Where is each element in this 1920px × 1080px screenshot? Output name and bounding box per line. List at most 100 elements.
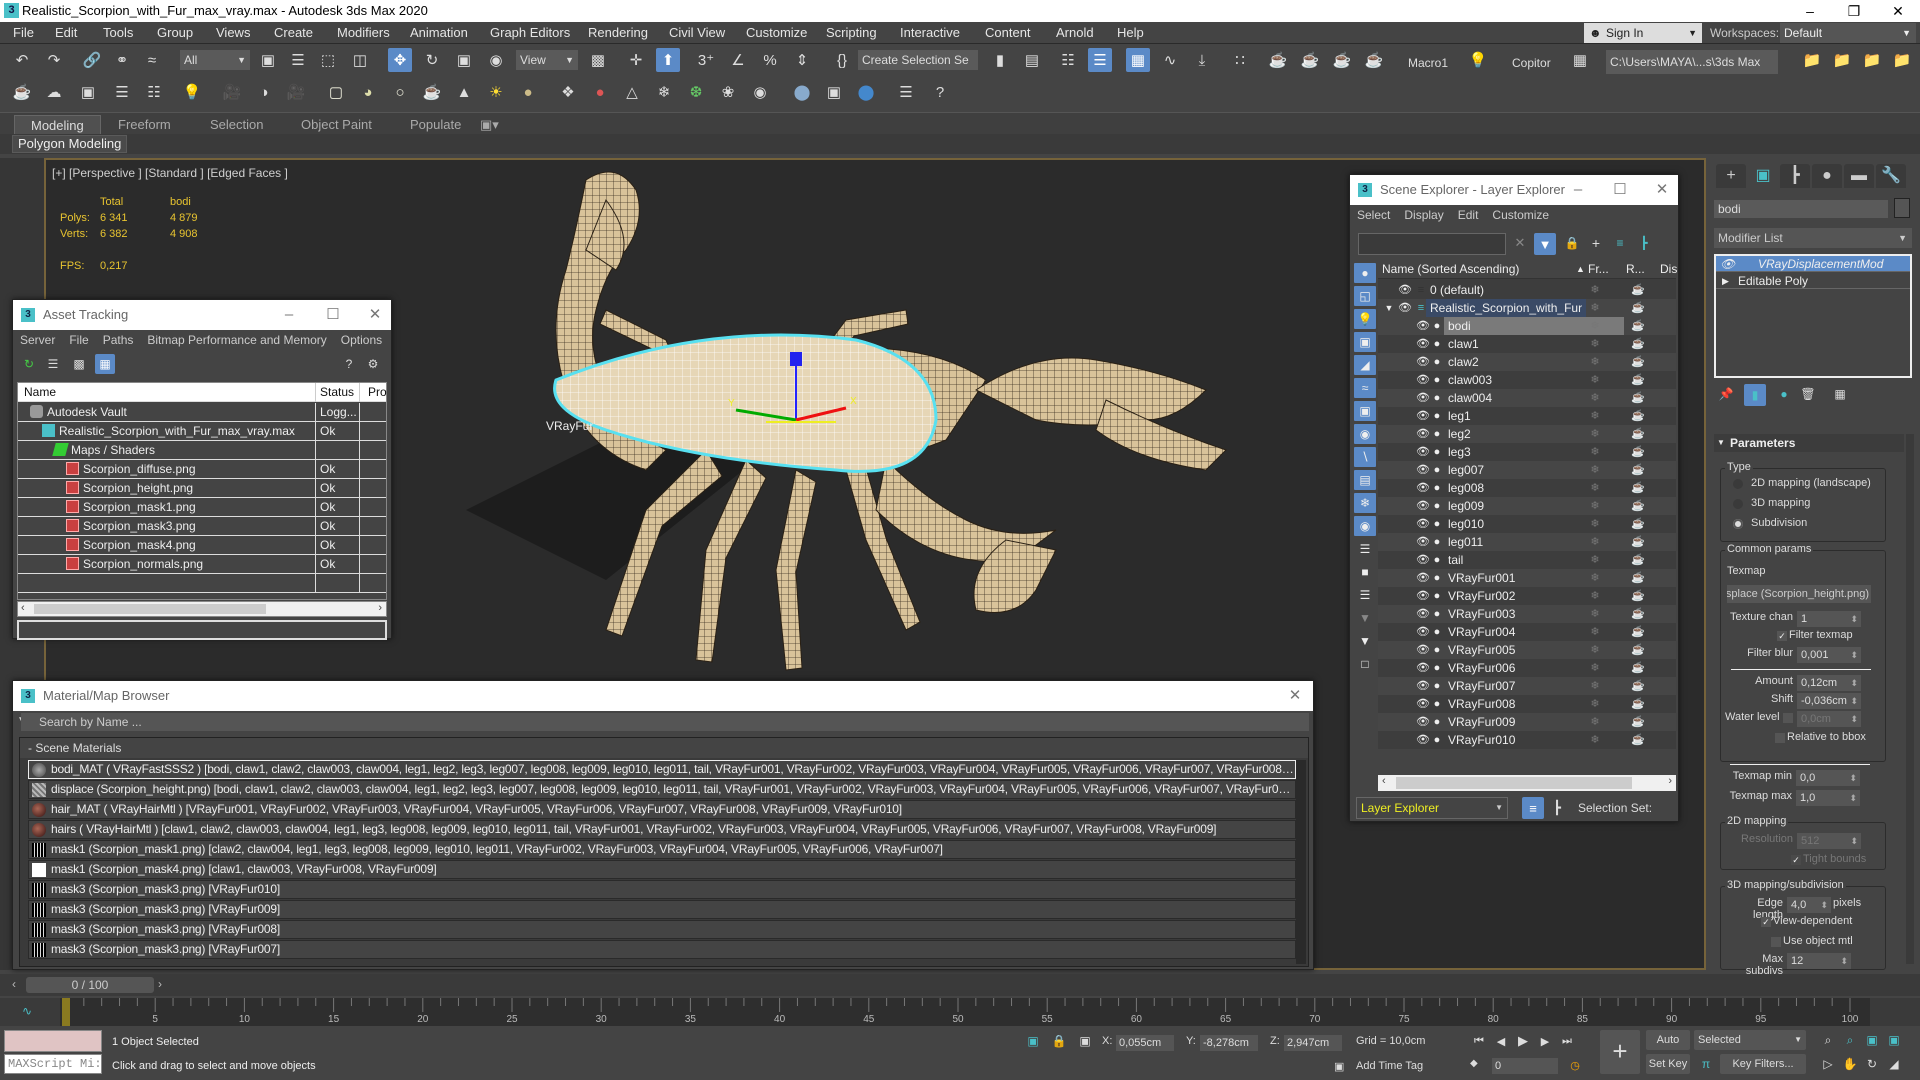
ox-hair-icon[interactable]: ◉ [748, 80, 772, 104]
default-in-out-tangents-icon[interactable]: π [1696, 1054, 1716, 1074]
copitor-button[interactable]: Copitor [1512, 56, 1551, 70]
menu-group[interactable]: Group [157, 25, 193, 40]
object-color-swatch[interactable] [1894, 198, 1910, 218]
set-keys-icon[interactable]: + [1600, 1030, 1640, 1074]
object-row[interactable]: 👁 ● VRayFur007 ❄ ☕ [1378, 677, 1676, 695]
eye-icon[interactable]: 👁 [1416, 389, 1430, 407]
workspace-dropdown[interactable]: Default ▼ [1780, 23, 1916, 43]
vertical-scrollbar[interactable] [1906, 434, 1914, 964]
object-row[interactable]: 👁 ● leg009 ❄ ☕ [1378, 497, 1676, 515]
menu-file[interactable]: File [13, 25, 34, 40]
sliders-icon[interactable]: ☷ [142, 80, 166, 104]
asset-row[interactable]: Scorpion_mask4.png Ok [18, 536, 386, 555]
menu-bitmap-performance[interactable]: Bitmap Performance and Memory [140, 330, 333, 347]
menu-animation[interactable]: Animation [410, 25, 468, 40]
tab-object-paint[interactable]: Object Paint [285, 115, 388, 135]
material-row[interactable]: hairs ( VRayHairMtl ) [claw1, claw2, cla… [28, 820, 1296, 839]
material-row[interactable]: hair_MAT ( VRayHairMtl ) [VRayFur001, VR… [28, 800, 1296, 819]
ies-light-icon[interactable]: ▲ [452, 80, 476, 104]
tight-bounds-checkbox[interactable]: ✓ [1791, 855, 1801, 865]
go-to-end-icon[interactable]: ⏭ [1558, 1032, 1576, 1050]
eye-icon[interactable]: 👁 [1416, 551, 1430, 569]
table-view-icon[interactable]: ▦ [95, 354, 115, 374]
zoom-extents-all-icon[interactable]: ▣ [1884, 1030, 1904, 1050]
hidden-filter-icon[interactable]: ◉ [1354, 516, 1376, 536]
window-crossing-icon[interactable]: ◫ [348, 48, 372, 72]
layer-row-scorpion[interactable]: ▼ 👁 ≡ Realistic_Scorpion_with_Fur ❄ ☕ [1378, 299, 1676, 317]
menu-create[interactable]: Create [274, 25, 313, 40]
expand-arrow-icon[interactable]: ▶ [1722, 273, 1729, 289]
renderable-teapot-icon[interactable]: ☕ [1630, 353, 1646, 371]
material-editor-icon[interactable]: ☕ [1266, 48, 1290, 72]
undo-icon[interactable]: ↶ [10, 48, 34, 72]
renderable-teapot-icon[interactable]: ☕ [1630, 533, 1646, 551]
orbit-icon[interactable]: ↻ [1862, 1054, 1882, 1074]
radio-subdivision[interactable] [1733, 519, 1743, 529]
menu-select[interactable]: Select [1350, 205, 1397, 222]
column-name[interactable]: Name (Sorted Ascending) [1382, 259, 1519, 279]
sphere-light-icon[interactable]: ○ [388, 80, 412, 104]
vray-vfb-icon[interactable]: ▣ [822, 80, 846, 104]
asset-row[interactable]: Realistic_Scorpion_with_Fur_max_vray.max… [18, 422, 386, 441]
object-row[interactable]: 👁 ● claw003 ❄ ☕ [1378, 371, 1676, 389]
object-row[interactable]: 👁 ● VRayFur010 ❄ ☕ [1378, 731, 1676, 749]
find-field[interactable] [1358, 233, 1506, 255]
list-icon[interactable]: ☰ [110, 80, 134, 104]
renderable-teapot-icon[interactable]: ☕ [1630, 299, 1646, 317]
close-icon[interactable]: ✕ [1644, 175, 1680, 205]
scroll-left-icon[interactable]: ‹ [21, 602, 25, 614]
edge-length-spinner[interactable]: 4,0 [1787, 897, 1831, 913]
spinner-snap-icon[interactable]: ⇕ [790, 48, 814, 72]
scene-explorer-titlebar[interactable]: 3 Scene Explorer - Layer Explorer – ☐ ✕ [1350, 175, 1678, 205]
display-tab-icon[interactable]: ▬ [1844, 164, 1874, 188]
maximize-icon[interactable]: ☐ [1602, 175, 1638, 205]
lightbulb-icon[interactable]: 💡 [1466, 48, 1490, 72]
water-level-checkbox[interactable] [1783, 713, 1793, 723]
freeze-icon[interactable]: ❄ [1588, 425, 1602, 443]
renderable-teapot-icon[interactable]: ☕ [1630, 641, 1646, 659]
create-project-icon[interactable]: 📁 [1830, 48, 1854, 72]
time-configuration-icon[interactable]: ◷ [1566, 1056, 1584, 1074]
vray-instancer-icon[interactable]: ● [588, 80, 612, 104]
render-icon[interactable]: ☕ [1362, 48, 1386, 72]
menu-modifiers[interactable]: Modifiers [337, 25, 390, 40]
filter-settings-icon[interactable]: ▼ [1354, 608, 1376, 628]
texmap-max-spinner[interactable]: 1,0 [1796, 790, 1860, 806]
asset-row[interactable]: Scorpion_diffuse.png Ok [18, 460, 386, 479]
radio-2d-mapping[interactable] [1733, 479, 1743, 489]
filter-texmap-checkbox[interactable]: ✓ [1777, 631, 1787, 641]
select-object-icon[interactable]: ▣ [256, 48, 280, 72]
close-icon[interactable]: ✕ [1277, 681, 1313, 711]
freeze-icon[interactable]: ❄ [1588, 461, 1602, 479]
toggle-ribbon-icon[interactable]: ▦ [1126, 48, 1150, 72]
ambient-light-icon[interactable]: ● [516, 80, 540, 104]
sort-by-layer-icon[interactable]: ≡ [1522, 797, 1544, 819]
column-frozen[interactable]: Fr... [1588, 259, 1609, 279]
eye-icon[interactable]: 👁 [1416, 533, 1430, 551]
renderable-teapot-icon[interactable]: ☕ [1630, 443, 1646, 461]
render-setup-icon[interactable]: ☕ [1298, 48, 1322, 72]
selection-lock-icon[interactable]: 🔒 [1050, 1032, 1068, 1050]
ribbon-options-icon[interactable]: ▣▾ [476, 115, 503, 135]
radio-3d-mapping[interactable] [1733, 499, 1743, 509]
material-row[interactable]: displace (Scorpion_height.png) [bodi, cl… [28, 780, 1296, 799]
max-subdivs-spinner[interactable]: 12 [1787, 953, 1851, 969]
place-icon[interactable]: ◉ [484, 48, 508, 72]
object-name-field[interactable]: bodi [1714, 200, 1888, 218]
mesh-light-icon[interactable]: ☕ [420, 80, 444, 104]
freeze-icon[interactable]: ❄ [1588, 443, 1602, 461]
menu-arnold[interactable]: Arnold [1056, 25, 1094, 40]
go-to-start-icon[interactable]: ⏮ [1470, 1032, 1488, 1050]
texture-chan-spinner[interactable]: 1 [1797, 611, 1861, 627]
object-row[interactable]: 👁 ● VRayFur008 ❄ ☕ [1378, 695, 1676, 713]
vray-log-icon[interactable]: ☰ [894, 80, 918, 104]
track-bar[interactable]: ∿ 05101520253035404550556065707580859095… [0, 998, 1920, 1026]
menu-civil-view[interactable]: Civil View [669, 25, 725, 40]
absolute-mode-icon[interactable]: ▣ [1076, 1032, 1094, 1050]
object-row[interactable]: 👁 ● VRayFur001 ❄ ☕ [1378, 569, 1676, 587]
groups-filter-icon[interactable]: ▣ [1354, 401, 1376, 421]
column-renderable[interactable]: R... [1626, 259, 1645, 279]
eye-icon[interactable]: 👁 [1416, 587, 1430, 605]
viewport-label[interactable]: [+] [Perspective ] [Standard ] [Edged Fa… [52, 166, 288, 180]
camera-icon[interactable]: 🎥 [220, 80, 244, 104]
